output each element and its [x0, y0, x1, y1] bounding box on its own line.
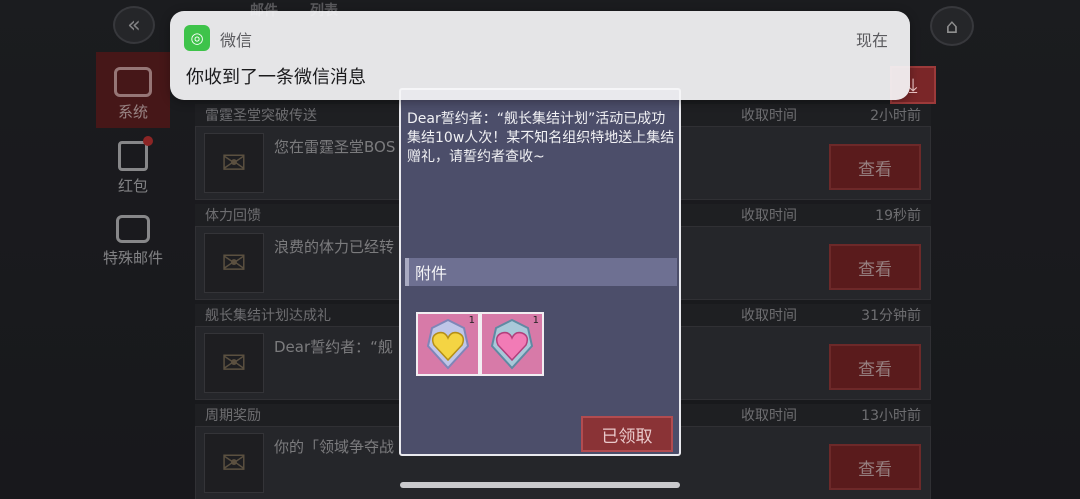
item-count: 1	[532, 315, 539, 326]
game-screen: 邮件 列表 « ⌂ 系统 红包 特殊邮件 雷霆圣堂突破传送收取时间2小时前 ✉您…	[0, 0, 1080, 499]
attachments-header: 附件	[405, 258, 677, 286]
wechat-notification-banner[interactable]: ◎ 微信 现在 你收到了一条微信消息	[170, 11, 910, 100]
notification-app-name: 微信	[220, 31, 253, 50]
mail-detail-dialog: Dear誓约者：“舰长集结计划”活动已成功集结10w人次！某不知名组织特地送上集…	[399, 88, 681, 456]
mail-body-text: Dear誓约者：“舰长集结计划”活动已成功集结10w人次！某不知名组织特地送上集…	[407, 111, 675, 165]
notification-time: 现在	[855, 31, 888, 50]
notification-message: 你收到了一条微信消息	[186, 67, 366, 88]
wechat-icon: ◎	[184, 25, 210, 51]
home-indicator-bar[interactable]	[400, 482, 680, 488]
claimed-button[interactable]: 已领取	[581, 416, 673, 452]
attachment-item[interactable]: 1	[416, 312, 480, 376]
attachments-label: 附件	[415, 264, 448, 283]
attachment-item[interactable]: 1	[480, 312, 544, 376]
item-count: 1	[468, 315, 475, 326]
